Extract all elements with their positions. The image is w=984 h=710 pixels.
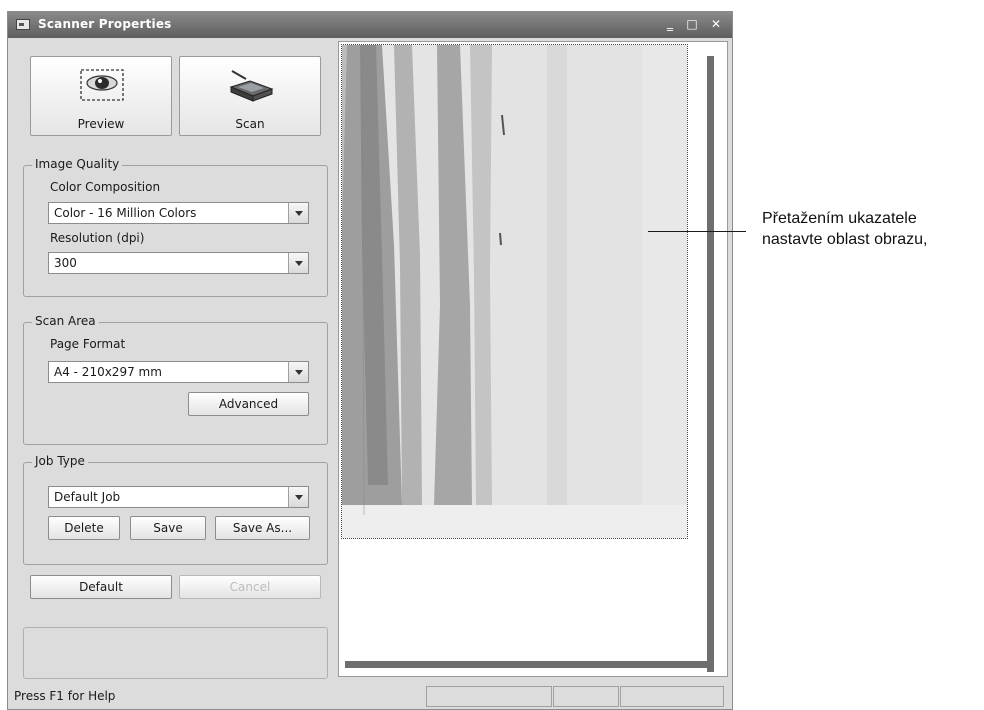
image-quality-legend: Image Quality bbox=[32, 157, 123, 171]
chevron-down-icon[interactable] bbox=[288, 362, 308, 382]
save-as-button[interactable]: Save As... bbox=[215, 516, 310, 540]
preview-label: Preview bbox=[77, 117, 125, 131]
cancel-button: Cancel bbox=[179, 575, 321, 599]
scan-label: Scan bbox=[235, 117, 265, 131]
status-field bbox=[426, 686, 552, 707]
advanced-button[interactable]: Advanced bbox=[188, 392, 309, 416]
color-composition-select[interactable]: Color - 16 Million Colors bbox=[48, 202, 309, 224]
default-button[interactable]: Default bbox=[30, 575, 172, 599]
status-help-text: Press F1 for Help bbox=[14, 689, 116, 703]
minimize-icon[interactable]: ‗ bbox=[662, 17, 678, 31]
delete-button[interactable]: Delete bbox=[48, 516, 120, 540]
maximize-icon[interactable]: □ bbox=[684, 17, 700, 31]
scanner-icon bbox=[229, 70, 274, 102]
info-panel bbox=[23, 627, 328, 679]
preview-area[interactable] bbox=[338, 41, 728, 677]
save-button[interactable]: Save bbox=[130, 516, 206, 540]
window-title: Scanner Properties bbox=[38, 17, 172, 31]
scanner-app-icon bbox=[16, 19, 30, 30]
color-composition-value: Color - 16 Million Colors bbox=[54, 206, 197, 220]
job-type-group: Job Type Default Job Delete Save Save As… bbox=[23, 454, 328, 565]
scan-area-group: Scan Area Page Format A4 - 210x297 mm Ad… bbox=[23, 314, 328, 445]
status-field bbox=[620, 686, 724, 707]
annotation-line-2: nastavte oblast obrazu, bbox=[762, 231, 928, 248]
job-type-select[interactable]: Default Job bbox=[48, 486, 309, 508]
scan-button[interactable]: Scan bbox=[179, 56, 321, 136]
title-bar[interactable]: Scanner Properties ‗ □ ✕ bbox=[8, 12, 732, 38]
resolution-value: 300 bbox=[54, 256, 77, 270]
scanned-image bbox=[342, 45, 687, 538]
callout-annotation: Přetažením ukazatele nastavte oblast obr… bbox=[762, 208, 984, 266]
settings-panel: Preview Scan Image Quality Color Composi… bbox=[13, 42, 331, 679]
image-quality-group: Image Quality Color Composition Color - … bbox=[23, 157, 328, 297]
preview-button[interactable]: Preview bbox=[30, 56, 172, 136]
chevron-down-icon[interactable] bbox=[288, 487, 308, 507]
page-format-label: Page Format bbox=[50, 337, 126, 351]
scanner-properties-window: Scanner Properties ‗ □ ✕ Preview Scan Im… bbox=[7, 11, 733, 710]
page-format-value: A4 - 210x297 mm bbox=[54, 365, 162, 379]
chevron-down-icon[interactable] bbox=[288, 203, 308, 223]
color-composition-label: Color Composition bbox=[50, 180, 161, 194]
resolution-select[interactable]: 300 bbox=[48, 252, 309, 274]
resolution-label: Resolution (dpi) bbox=[50, 231, 145, 245]
status-field bbox=[553, 686, 619, 707]
preview-eye-icon bbox=[80, 69, 124, 101]
horizontal-scrollbar[interactable] bbox=[345, 661, 714, 668]
status-bar: Press F1 for Help bbox=[8, 681, 732, 709]
annotation-leader-line bbox=[648, 231, 746, 232]
page-format-select[interactable]: A4 - 210x297 mm bbox=[48, 361, 309, 383]
annotation-line-1: Přetažením ukazatele bbox=[762, 210, 917, 227]
scan-selection-area[interactable] bbox=[341, 44, 688, 539]
chevron-down-icon[interactable] bbox=[288, 253, 308, 273]
scan-area-legend: Scan Area bbox=[32, 314, 99, 328]
close-icon[interactable]: ✕ bbox=[708, 17, 724, 31]
job-type-legend: Job Type bbox=[32, 454, 88, 468]
vertical-scrollbar[interactable] bbox=[707, 56, 714, 672]
job-type-value: Default Job bbox=[54, 490, 121, 504]
